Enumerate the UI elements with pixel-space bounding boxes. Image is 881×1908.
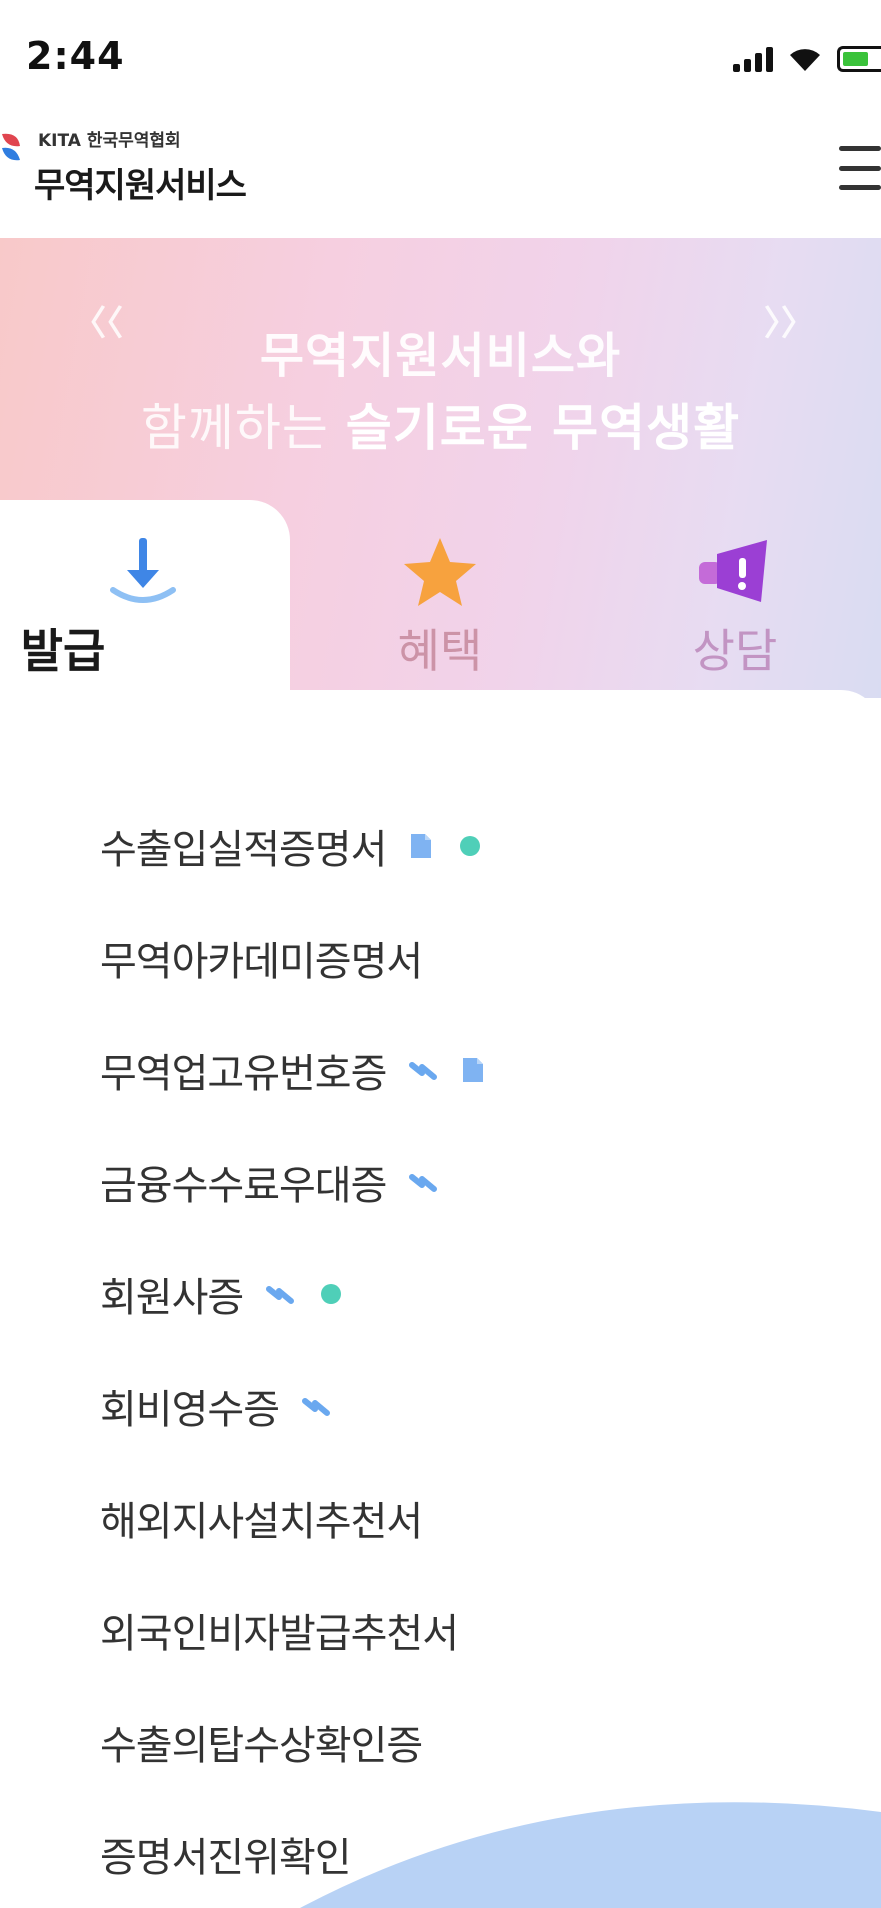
status-icons xyxy=(733,44,881,74)
certificate-label: 회비영수증 xyxy=(100,1387,280,1433)
banner-subheadline-bold: 슬기로운 무역생활 xyxy=(345,399,741,457)
star-icon xyxy=(404,538,476,606)
certificate-item[interactable]: 회비영수증 xyxy=(100,1350,486,1462)
certificate-list: 수출입실적증명서무역아카데미증명서무역업고유번호증금융수수료우대증회원사증회비영… xyxy=(100,790,486,1908)
certificate-item[interactable]: 해외지사설치추천서 xyxy=(100,1462,486,1574)
certificate-label: 회원사증 xyxy=(100,1275,244,1321)
document-icon xyxy=(411,834,432,858)
tab-issue[interactable]: 발급 xyxy=(0,500,290,695)
tab-issue-label: 발급 xyxy=(20,624,106,678)
link-icon xyxy=(409,1174,438,1192)
logo-title[interactable]: 무역지원서비스 xyxy=(34,158,247,207)
document-icon xyxy=(463,1058,484,1082)
link-icon xyxy=(302,1398,330,1416)
dot-icon xyxy=(460,836,481,856)
link-icon xyxy=(409,1062,438,1080)
status-bar: 2:44 xyxy=(0,0,881,120)
link-icon xyxy=(266,1286,295,1304)
wifi-icon xyxy=(790,49,820,71)
certificate-label: 무역아카데미증명서 xyxy=(100,939,423,985)
certificate-item[interactable]: 무역아카데미증명서 xyxy=(100,902,486,1014)
signal-icon xyxy=(733,46,773,72)
certificate-label: 수출의탑수상확인증 xyxy=(100,1723,423,1769)
logo-icon xyxy=(2,133,20,161)
status-time: 2:44 xyxy=(26,34,125,78)
battery-icon xyxy=(837,46,881,72)
download-icon xyxy=(110,538,176,603)
certificate-label: 해외지사설치추천서 xyxy=(100,1499,423,1545)
megaphone-icon xyxy=(699,540,767,602)
certificate-item[interactable]: 금융수수료우대증 xyxy=(100,1126,486,1238)
certificate-label: 수출입실적증명서 xyxy=(100,827,387,873)
hamburger-menu-icon[interactable] xyxy=(839,140,881,196)
certificate-label: 금융수수료우대증 xyxy=(100,1163,387,1209)
dot-icon xyxy=(321,1284,342,1304)
certificate-item[interactable]: 수출입실적증명서 xyxy=(100,790,486,902)
tab-benefit-label: 혜택 xyxy=(397,624,483,678)
tab-benefit[interactable]: 혜택 xyxy=(295,500,585,695)
certificate-item[interactable]: 외국인비자발급추천서 xyxy=(100,1574,486,1686)
certificate-label: 무역업고유번호증 xyxy=(100,1051,387,1097)
certificate-label: 외국인비자발급추천서 xyxy=(100,1611,459,1657)
banner-subheadline-plain: 함께하는 xyxy=(140,399,346,457)
banner-headline: 무역지원서비스와 xyxy=(259,328,622,384)
certificate-panel: 수출입실적증명서무역아카데미증명서무역업고유번호증금융수수료우대증회원사증회비영… xyxy=(0,690,881,1908)
decorative-wave xyxy=(300,1802,881,1908)
certificate-item[interactable]: 무역업고유번호증 xyxy=(100,1014,486,1126)
tab-consult-label: 상담 xyxy=(692,624,778,678)
tab-consult[interactable]: 상담 xyxy=(590,500,880,695)
logo-subtitle: KITA 한국무역협회 xyxy=(38,131,181,151)
certificate-item[interactable]: 회원사증 xyxy=(100,1238,486,1350)
banner-subheadline: 함께하는 슬기로운 무역생활 xyxy=(0,388,881,460)
app-header: KITA 한국무역협회 무역지원서비스 xyxy=(0,120,881,240)
